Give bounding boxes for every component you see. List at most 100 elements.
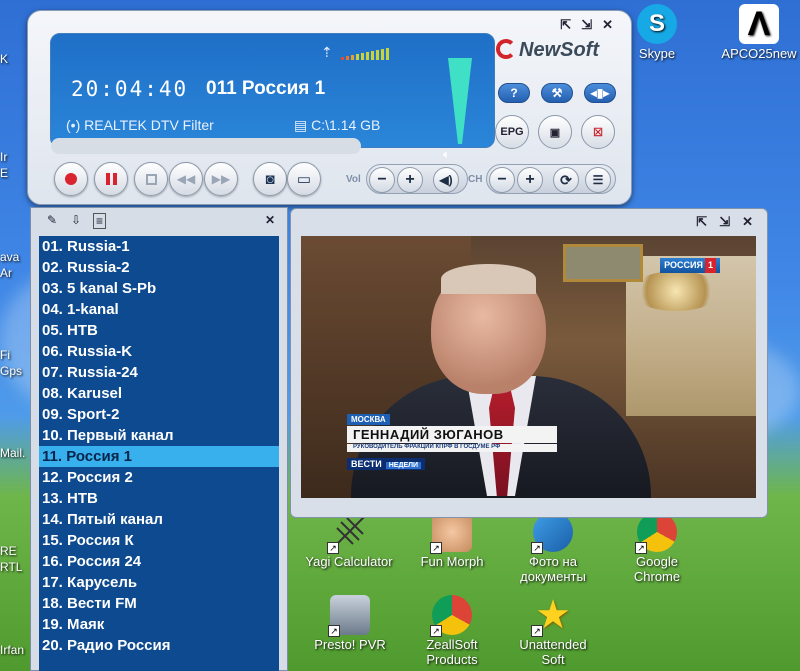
channel-list-item[interactable]: 17. Карусель: [39, 572, 279, 593]
close-icon[interactable]: ✕: [602, 17, 613, 33]
channel-list-item[interactable]: 14. Пятый канал: [39, 509, 279, 530]
channel-list-item[interactable]: 13. HTB: [39, 488, 279, 509]
desktop-icon-fun-morph[interactable]: ↗ Fun Morph: [407, 512, 497, 569]
newsoft-logo: NewSoft: [496, 39, 599, 62]
desktop-icon-apco25new[interactable]: Λ APCO25new: [714, 4, 800, 61]
tv-video-frame[interactable]: РОССИЯ 1 МОСКВА ГЕННАДИЙ ЗЮГАНОВ РУКОВОДИ…: [301, 236, 756, 498]
camera-icon: ◙: [265, 170, 275, 188]
channel-list-window: ✎ ⇩ ≡ ✕ 01. Russia-1 02. Russia-2 03. 5 ka…: [30, 207, 288, 671]
volume-down-button[interactable]: −: [369, 167, 395, 193]
mute-button[interactable]: ◀): [433, 167, 459, 193]
epg-button[interactable]: EPG: [495, 115, 529, 149]
edit-list-icon[interactable]: ✎: [47, 213, 57, 227]
desktop-label-fragment[interactable]: Fi: [0, 348, 10, 362]
teletext-icon: ▣: [549, 126, 561, 139]
desktop-icon-photo-docs[interactable]: ↗ Фото на документы: [508, 512, 598, 584]
volume-controls: − + ◀): [366, 164, 468, 194]
close-icon[interactable]: ✕: [265, 213, 275, 227]
channel-list-item[interactable]: 01. Russia-1: [39, 236, 279, 257]
desktop-label-fragment[interactable]: E: [0, 166, 8, 180]
channel-list-item[interactable]: 11. Россия 1: [39, 446, 279, 467]
channel-down-button[interactable]: −: [489, 167, 515, 193]
antenna-icon: ↗: [327, 512, 369, 554]
channel-list-item[interactable]: 02. Russia-2: [39, 257, 279, 278]
desktop-label-fragment[interactable]: Irfan: [0, 643, 24, 657]
channel-list-item[interactable]: 15. Россия К: [39, 530, 279, 551]
desktop-label-fragment[interactable]: Gps: [0, 364, 22, 378]
desktop-label-fragment[interactable]: RTL: [0, 560, 22, 574]
desktop-icon-unattended-soft[interactable]: ★ ↗ Unattended Soft: [508, 595, 598, 667]
current-channel: 011 Россия 1: [206, 78, 326, 99]
disk-icon: ▤: [294, 117, 308, 133]
mute-screen-button[interactable]: ☒: [581, 115, 615, 149]
channel-list-item[interactable]: 20. Радио Россия: [39, 635, 279, 656]
channel-list-item[interactable]: 03. 5 kanal S-Pb: [39, 278, 279, 299]
skype-icon: S: [637, 4, 677, 44]
desktop-label-fragment[interactable]: ava: [0, 250, 19, 264]
channel-list-item[interactable]: 05. HTB: [39, 320, 279, 341]
filter-label: (•) REALTEK DTV Filter: [66, 117, 214, 133]
player-window-controls: ⇱ ⇲ ✕: [560, 17, 613, 33]
star-icon: ★ ↗: [531, 595, 573, 637]
desktop-icon-google-chrome[interactable]: ↗ Google Chrome: [612, 512, 702, 584]
seek-bar[interactable]: [51, 138, 361, 154]
channel-list-item[interactable]: 09. Sport-2: [39, 404, 279, 425]
chrome-icon: ↗: [430, 595, 472, 637]
channel-list-button[interactable]: ☰: [585, 167, 611, 193]
fast-forward-button[interactable]: ▶▶: [204, 162, 238, 196]
details-view-icon[interactable]: ≡: [93, 213, 107, 229]
antenna-signal-icon: ⇡: [321, 44, 333, 60]
pin-icon[interactable]: ⇱: [696, 214, 707, 230]
close-icon[interactable]: ✕: [742, 214, 753, 230]
face-icon: ↗: [430, 512, 472, 554]
folder-icon: ▭: [296, 171, 312, 188]
caption-title: РУКОВОДИТЕЛЬ ФРАКЦИИ КПРФ В ГОСДУМЕ РФ: [347, 444, 557, 452]
channel-up-button[interactable]: +: [517, 167, 543, 193]
import-list-icon[interactable]: ⇩: [71, 213, 81, 227]
tools-button[interactable]: ⚒: [541, 83, 573, 103]
desktop-icon-presto-pvr[interactable]: ↗ Presto! PVR: [305, 595, 395, 652]
open-folder-button[interactable]: ▭: [287, 162, 321, 196]
compact-mode-icon[interactable]: ⇱: [560, 17, 571, 33]
minimize-icon[interactable]: ⇲: [581, 17, 592, 33]
refresh-button[interactable]: ⟳: [553, 167, 579, 193]
desktop-label-fragment[interactable]: RE: [0, 544, 17, 558]
rewind-button[interactable]: ◀◀: [169, 162, 203, 196]
channel-list-item[interactable]: 10. Первый канал: [39, 425, 279, 446]
volume-label: Vol: [346, 174, 361, 185]
desktop-label-fragment[interactable]: Ir: [0, 150, 7, 164]
desktop-icon-zeallsoft[interactable]: ↗ ZeallSoft Products: [407, 595, 497, 667]
volume-up-button[interactable]: +: [397, 167, 423, 193]
pause-button[interactable]: [94, 162, 128, 196]
record-icon: [65, 173, 77, 185]
help-button[interactable]: ?: [498, 83, 530, 103]
tv-player-window: ⇱ ⇲ ✕ ⇡ 20:04:40 011 Россия 1 (•) REALTE…: [27, 10, 632, 205]
channel-list-item[interactable]: 18. Вести FM: [39, 593, 279, 614]
channel-list-item[interactable]: 06. Russia-K: [39, 341, 279, 362]
desktop-icon-yagi-calculator[interactable]: ↗ Yagi Calculator: [304, 512, 394, 569]
speaker-icon: 🔈︎: [443, 147, 451, 161]
resize-icon[interactable]: ⇲: [719, 214, 730, 230]
desktop-icon-label: Presto! PVR: [314, 637, 386, 652]
snapshot-button[interactable]: ◙: [253, 162, 287, 196]
input-source-button[interactable]: ◂▮▸: [584, 83, 616, 103]
volume-level-meter[interactable]: [446, 56, 474, 146]
desktop-label-fragment[interactable]: K: [0, 52, 8, 66]
pause-icon: [105, 173, 117, 185]
time-display: 20:04:40: [71, 77, 189, 101]
teletext-button[interactable]: ▣: [538, 115, 572, 149]
channel-list-item[interactable]: 12. Россия 2: [39, 467, 279, 488]
desktop-icon-label: ZeallSoft Products: [426, 637, 478, 667]
channel-list-item[interactable]: 19. Маяк: [39, 614, 279, 635]
channel-list-item[interactable]: 16. Россия 24: [39, 551, 279, 572]
channel-list-item[interactable]: 04. 1-kanal: [39, 299, 279, 320]
channel-list-item[interactable]: 08. Karusel: [39, 383, 279, 404]
caption-location: МОСКВА: [347, 414, 390, 425]
stop-button[interactable]: [134, 162, 168, 196]
desktop-label-fragment[interactable]: Ar: [0, 266, 12, 280]
playlist-toolbar: ✎ ⇩ ≡ ✕: [31, 208, 287, 234]
pvr-icon: ↗: [328, 595, 370, 637]
desktop-label-fragment[interactable]: Mail.: [0, 446, 25, 460]
record-button[interactable]: [54, 162, 88, 196]
channel-list-item[interactable]: 07. Russia-24: [39, 362, 279, 383]
